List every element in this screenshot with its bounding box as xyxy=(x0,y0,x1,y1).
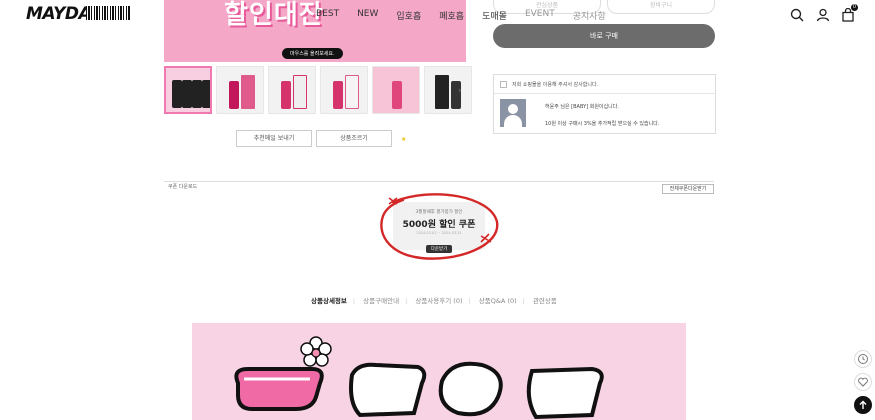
user-icon[interactable] xyxy=(816,7,830,22)
nav-item-notice[interactable]: 공지사항 xyxy=(573,9,606,22)
nav-item-new[interactable]: NEW xyxy=(357,9,378,22)
detail-banner-image xyxy=(192,323,686,420)
divider xyxy=(494,93,715,94)
wishlist-float-button[interactable] xyxy=(854,373,872,391)
main-nav: BEST NEW 입호흡 폐호흡 도매몰 EVENT 공지사항 xyxy=(316,9,624,22)
search-icon[interactable] xyxy=(790,7,804,22)
recommend-email-button[interactable]: 추천메일 보내기 xyxy=(236,130,312,147)
member-benefit-text: 10원 이상 구매시 3%을 추가적립 받으실 수 있습니다. xyxy=(545,121,660,127)
thumbnail-4[interactable] xyxy=(320,66,368,114)
heart-icon xyxy=(858,377,868,387)
view-product-button[interactable]: 상품조르기 xyxy=(316,130,392,147)
thumbnail-5[interactable] xyxy=(372,66,420,114)
nav-item-best[interactable]: BEST xyxy=(316,9,339,22)
tab-reviews[interactable]: 상품사용후기 (0) xyxy=(415,295,462,305)
clock-icon xyxy=(858,354,868,364)
tab-purchase-guide[interactable]: 상품구매안내 xyxy=(363,295,399,305)
thumbnail-3[interactable] xyxy=(268,66,316,114)
cart-icon[interactable]: 0 xyxy=(841,4,858,22)
thumbnail-1[interactable] xyxy=(164,66,212,114)
tab-related-products[interactable]: 관련상품 xyxy=(533,295,557,305)
thumbnail-next-arrow-icon[interactable]: › xyxy=(458,86,462,96)
scroll-top-button[interactable] xyxy=(854,396,872,414)
detail-tabs: 상품상세정보 | 상품구매안내 | 상품사용후기 (0) | 상품Q&A (0) | 관… xyxy=(311,295,557,305)
site-header: MAYDAY BEST NEW 입호흡 폐호흡 도매몰 EVENT 공지사항 0 xyxy=(0,0,875,30)
member-grade-text: 허윤주 님은 [BABY] 회원이십니다. xyxy=(545,104,619,110)
barcode-logo-icon xyxy=(86,6,130,20)
star-icon: ★ xyxy=(401,136,407,143)
coupon-section-label: 쿠폰 다운로드 xyxy=(168,184,198,190)
product-thumbnails xyxy=(164,66,472,114)
spring-shopping-graphic xyxy=(234,336,604,420)
arrow-up-icon xyxy=(859,400,867,409)
thumbnail-2[interactable] xyxy=(216,66,264,114)
avatar xyxy=(500,99,526,127)
download-all-coupons-button[interactable]: 전체쿠폰다운받기 xyxy=(662,184,714,194)
member-welcome-text: 저희 쇼핑몰을 이용해 주셔서 감사합니다. xyxy=(512,82,599,88)
red-circle-annotation-icon xyxy=(380,193,499,260)
nav-item-event[interactable]: EVENT xyxy=(525,9,555,22)
checkbox-icon xyxy=(500,81,507,88)
thumbnail-6[interactable] xyxy=(424,66,472,114)
cart-count-badge: 0 xyxy=(851,4,858,11)
nav-item-wholesale[interactable]: 도매몰 xyxy=(482,9,507,22)
tab-qna[interactable]: 상품Q&A (0) xyxy=(479,295,517,305)
tab-product-detail[interactable]: 상품상세정보 xyxy=(311,295,347,305)
member-info-box: 저희 쇼핑몰을 이용해 주셔서 감사합니다. 허윤주 님은 [BABY] 회원이… xyxy=(493,74,716,134)
nav-item-mtl[interactable]: 입호흡 xyxy=(396,9,421,22)
banner-hover-hint: 마우스를 올려보세요. xyxy=(282,48,343,59)
recent-history-button[interactable] xyxy=(854,350,872,368)
nav-item-dtl[interactable]: 폐호흡 xyxy=(439,9,464,22)
